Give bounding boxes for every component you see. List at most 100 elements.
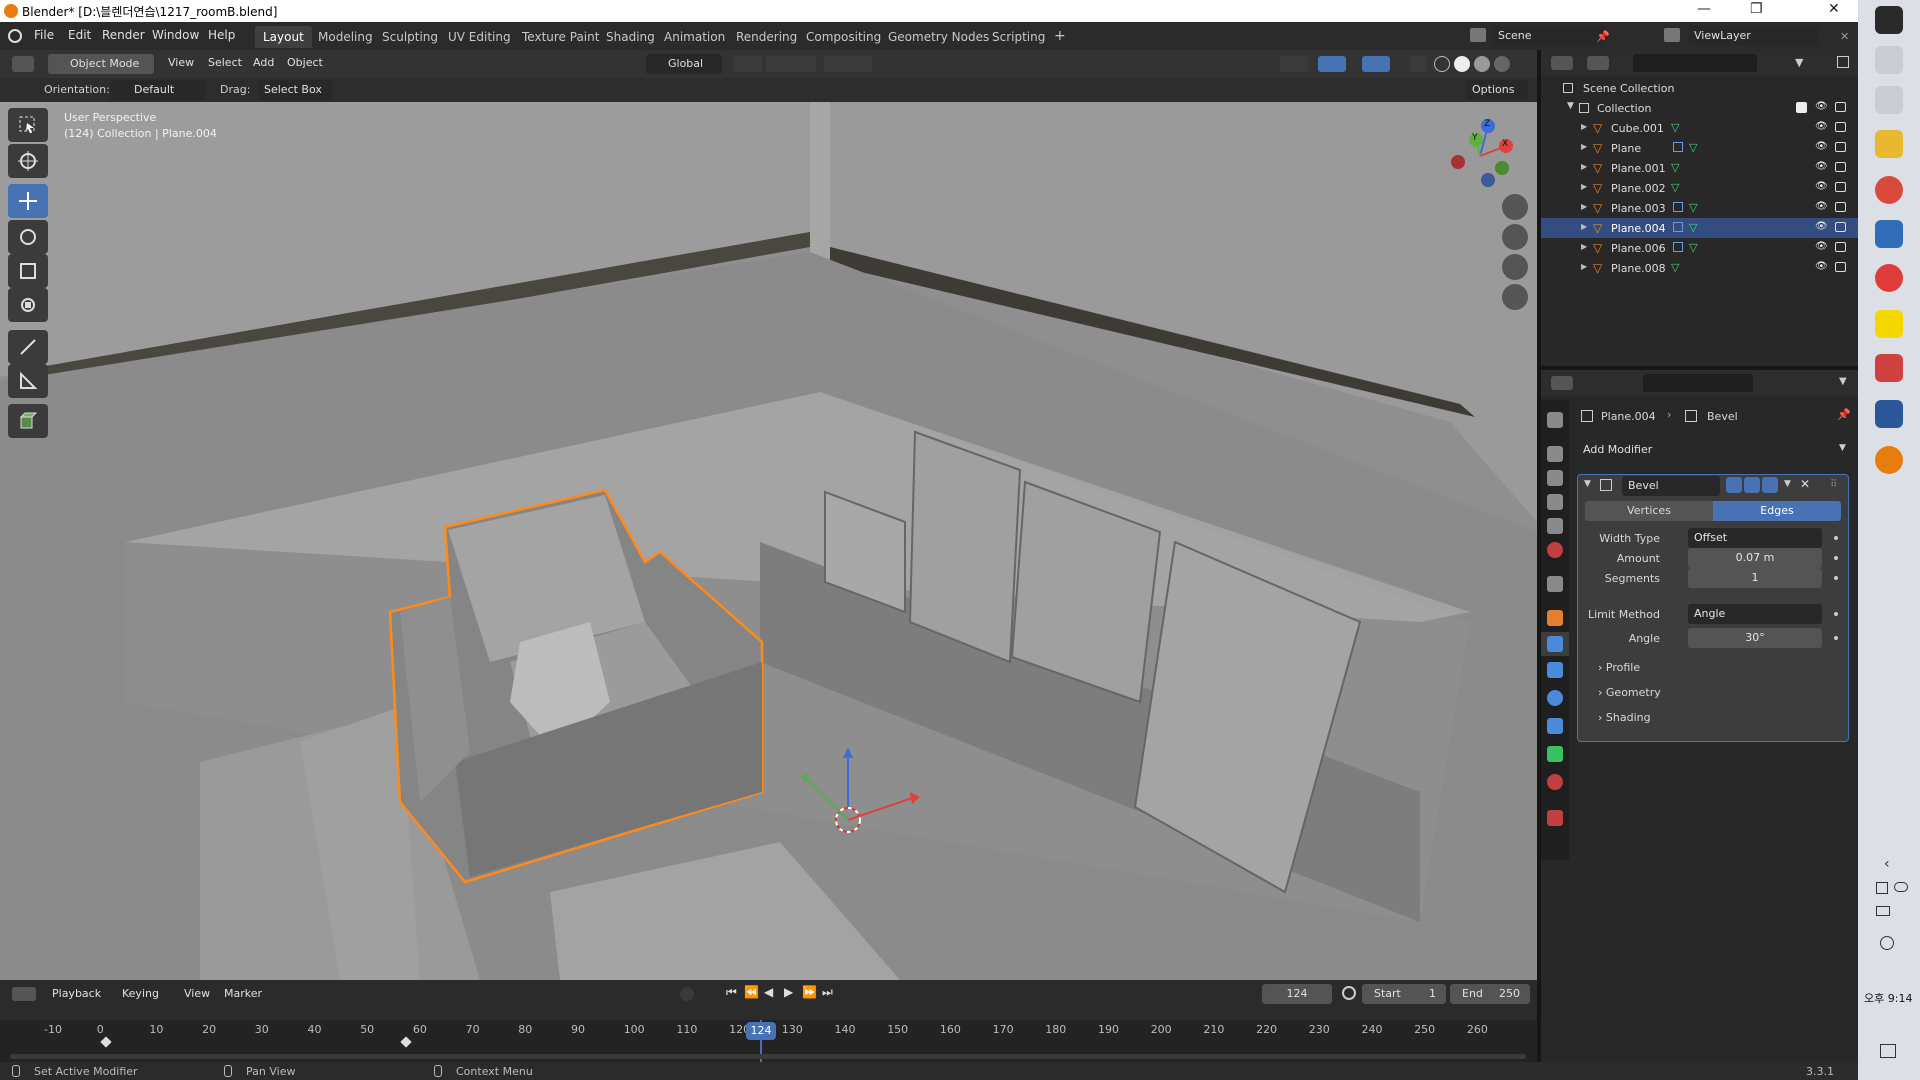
- physics-tab-icon[interactable]: [1547, 690, 1563, 706]
- outliner-item[interactable]: ▶ ▽ Plane ▽ 👁: [1541, 138, 1858, 158]
- transform-tool-icon[interactable]: [8, 288, 48, 322]
- timeline-menu-playback[interactable]: Playback: [52, 987, 101, 1000]
- volume-off-icon[interactable]: [1880, 936, 1894, 950]
- tab-animation[interactable]: Animation: [656, 26, 733, 48]
- shading-rendered-icon[interactable]: [1494, 56, 1510, 72]
- tab-geometry-nodes[interactable]: Geometry Nodes: [880, 26, 997, 48]
- menu-window[interactable]: Window: [152, 28, 199, 42]
- scene-collection-row[interactable]: Scene Collection: [1541, 78, 1858, 98]
- camera-icon[interactable]: [1835, 122, 1846, 132]
- object-tab-icon[interactable]: [1547, 610, 1563, 626]
- render-tab-icon[interactable]: [1547, 446, 1563, 462]
- eye-icon[interactable]: 👁: [1815, 241, 1828, 252]
- shading-material-icon[interactable]: [1474, 56, 1490, 72]
- overlay-toggle-icon[interactable]: [1362, 56, 1390, 72]
- tool-tab-icon[interactable]: [1547, 412, 1563, 428]
- expand-icon[interactable]: ▶: [1581, 242, 1587, 251]
- viewport-menu-view[interactable]: View: [168, 56, 194, 69]
- outliner-editor-type-icon[interactable]: [1551, 56, 1573, 70]
- modifier-wrench-icon[interactable]: [1673, 242, 1683, 252]
- tab-shading[interactable]: Shading: [598, 26, 663, 48]
- limit-method-dropdown[interactable]: Angle: [1688, 604, 1822, 624]
- outliner-item[interactable]: ▶ ▽ Plane.008 ▽ 👁: [1541, 258, 1858, 278]
- annotate-tool-icon[interactable]: [8, 330, 48, 364]
- windows-start-icon[interactable]: [1875, 6, 1903, 34]
- add-cube-tool-icon[interactable]: [8, 404, 48, 438]
- mesh-data-icon[interactable]: ▽: [1689, 141, 1697, 154]
- panel-collapse-icon[interactable]: ▼: [1584, 479, 1591, 489]
- menu-file[interactable]: File: [34, 28, 54, 42]
- properties-options-icon[interactable]: ▼: [1839, 376, 1847, 387]
- shading-solid-icon[interactable]: [1454, 56, 1470, 72]
- modifier-wrench-icon[interactable]: [1673, 202, 1683, 212]
- outliner-item[interactable]: ▶ ▽ Plane.006 ▽ 👁: [1541, 238, 1858, 258]
- minimize-icon[interactable]: —: [1697, 1, 1711, 17]
- timeline-menu-view[interactable]: View: [184, 987, 210, 1000]
- eye-icon[interactable]: 👁: [1815, 121, 1828, 132]
- material-tab-icon[interactable]: [1547, 774, 1563, 790]
- tab-compositing[interactable]: Compositing: [798, 26, 889, 48]
- tab-texture-paint[interactable]: Texture Paint: [514, 26, 607, 48]
- pdf-app-icon[interactable]: [1875, 354, 1903, 382]
- network-icon[interactable]: [1876, 882, 1888, 894]
- viewport-menu-object[interactable]: Object: [287, 56, 323, 69]
- tab-modeling[interactable]: Modeling: [310, 26, 381, 48]
- expand-icon[interactable]: ▶: [1581, 162, 1587, 171]
- play-reverse-icon[interactable]: ◀: [764, 985, 773, 999]
- select-box-icon[interactable]: [8, 108, 48, 142]
- timeline-menu-marker[interactable]: Marker: [224, 987, 262, 1000]
- view-layer-tab-icon[interactable]: [1547, 494, 1563, 510]
- next-keyframe-icon[interactable]: ⏩: [802, 985, 817, 999]
- animate-width-type-icon[interactable]: [1834, 536, 1838, 540]
- camera-icon[interactable]: [1835, 202, 1846, 212]
- animate-segments-icon[interactable]: [1834, 576, 1838, 580]
- expand-icon[interactable]: ▶: [1581, 262, 1587, 271]
- blender-taskbar-icon[interactable]: [1875, 446, 1903, 474]
- pin-icon[interactable]: 📌: [1837, 408, 1851, 421]
- modifier-wrench-icon[interactable]: [1673, 142, 1683, 152]
- mesh-data-icon[interactable]: ▽: [1671, 161, 1679, 174]
- scene-selector-icon[interactable]: [1470, 28, 1486, 42]
- keyframe-marker[interactable]: [400, 1036, 412, 1048]
- output-tab-icon[interactable]: [1547, 470, 1563, 486]
- tab-layout[interactable]: Layout: [255, 26, 312, 48]
- camera-icon[interactable]: [1835, 242, 1846, 252]
- expand-icon[interactable]: ▶: [1581, 182, 1587, 191]
- cursor-tool-icon[interactable]: [8, 144, 48, 178]
- snap-icon[interactable]: [766, 56, 816, 72]
- search-icon[interactable]: [1875, 46, 1903, 74]
- viewport-menu-add[interactable]: Add: [253, 56, 274, 69]
- transform-orientation-dropdown[interactable]: Global: [646, 54, 722, 74]
- camera-icon[interactable]: [1835, 162, 1846, 172]
- add-workspace-icon[interactable]: +: [1046, 24, 1074, 46]
- tab-sculpting[interactable]: Sculpting: [374, 26, 446, 48]
- outliner-item[interactable]: ▶ ▽ Plane.001 ▽ 👁: [1541, 158, 1858, 178]
- taskbar-clock[interactable]: 오후 9:14: [1864, 990, 1912, 1006]
- chrome-icon[interactable]: [1875, 176, 1903, 204]
- scale-tool-icon[interactable]: [8, 254, 48, 288]
- ortho-grid-icon[interactable]: [1502, 284, 1528, 310]
- drag-handle-icon[interactable]: ⠿: [1830, 479, 1837, 490]
- render-toggle-icon[interactable]: [1762, 477, 1778, 493]
- expand-icon[interactable]: ▶: [1581, 222, 1587, 231]
- timeline-editor-type-icon[interactable]: [12, 987, 36, 1001]
- collapse-icon[interactable]: ▼: [1567, 101, 1574, 111]
- end-frame-field[interactable]: End 250: [1450, 984, 1530, 1004]
- timeline-scrollbar[interactable]: [10, 1054, 1526, 1059]
- mesh-data-icon[interactable]: ▽: [1689, 241, 1697, 254]
- view-layer-icon[interactable]: [1664, 28, 1680, 42]
- breadcrumb-object[interactable]: Plane.004: [1601, 410, 1656, 423]
- tab-scripting[interactable]: Scripting: [984, 26, 1053, 48]
- scene-field[interactable]: Scene: [1492, 26, 1606, 46]
- rotate-tool-icon[interactable]: [8, 220, 48, 254]
- maximize-icon[interactable]: ❐: [1750, 1, 1763, 17]
- prev-keyframe-icon[interactable]: ⏪: [744, 985, 759, 999]
- pivot-icon[interactable]: [734, 56, 762, 72]
- display-mode-icon[interactable]: [1587, 56, 1609, 70]
- animate-amount-icon[interactable]: [1834, 556, 1838, 560]
- jump-start-icon[interactable]: ⏮: [726, 985, 737, 1000]
- animate-limit-method-icon[interactable]: [1834, 612, 1838, 616]
- notification-icon[interactable]: [1880, 1044, 1896, 1058]
- remove-modifier-icon[interactable]: ✕: [1800, 477, 1810, 491]
- options-dropdown[interactable]: Options: [1466, 80, 1528, 100]
